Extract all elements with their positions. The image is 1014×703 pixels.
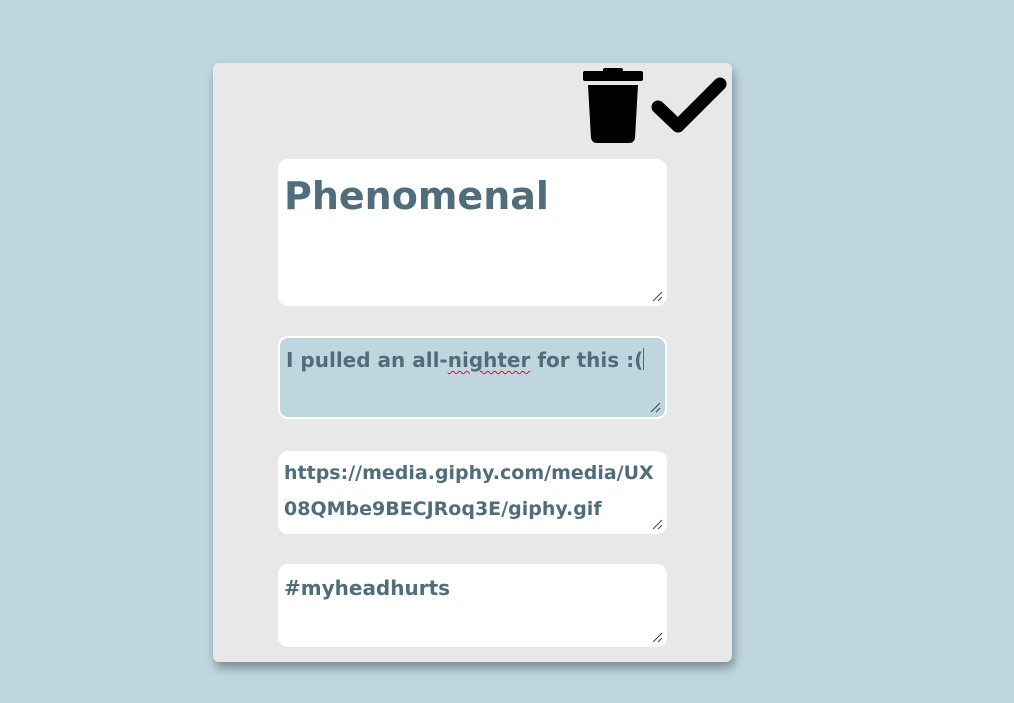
resize-handle-icon[interactable]	[651, 290, 663, 302]
description-misspelled-word: nighter	[447, 348, 531, 372]
checkmark-icon	[651, 77, 727, 133]
edit-card: Phenomenal I pulled an all-nighter for t…	[213, 63, 732, 662]
resize-handle-icon[interactable]	[649, 401, 661, 413]
description-text-start: I pulled an all-	[286, 348, 448, 372]
description-text-end: for this :(	[530, 348, 644, 372]
trash-icon	[583, 68, 643, 143]
resize-handle-icon[interactable]	[651, 518, 663, 530]
title-text: Phenomenal	[284, 174, 549, 218]
tags-input[interactable]: #myheadhurts	[278, 564, 667, 647]
tags-text: #myheadhurts	[284, 576, 451, 600]
text-caret	[643, 348, 645, 370]
gif-url-text: https://media.giphy.com/media/UX08QMbe9B…	[284, 462, 654, 520]
gif-url-input[interactable]: https://media.giphy.com/media/UX08QMbe9B…	[278, 451, 667, 534]
description-input[interactable]: I pulled an all-nighter for this :(	[278, 336, 667, 419]
delete-button[interactable]	[579, 68, 647, 144]
resize-handle-icon[interactable]	[651, 631, 663, 643]
save-button[interactable]	[650, 77, 728, 135]
title-input[interactable]: Phenomenal	[278, 159, 667, 306]
